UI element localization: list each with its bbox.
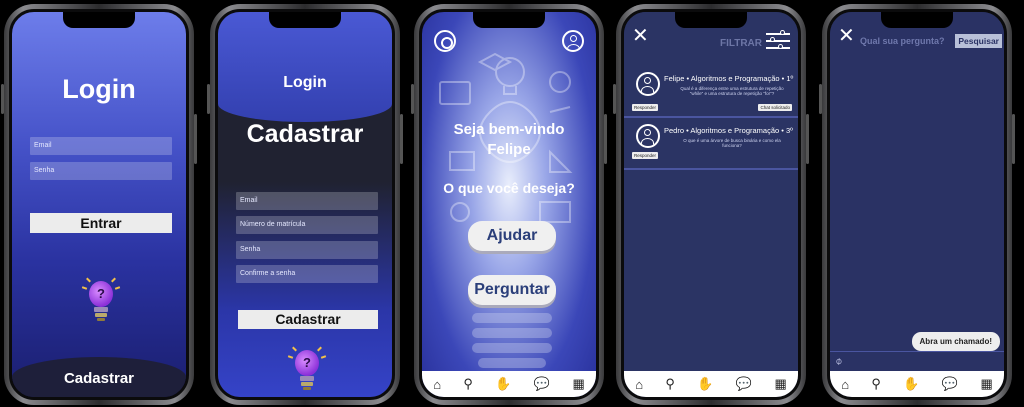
prompt-question: O que você deseja? bbox=[443, 180, 575, 196]
phone-search: ✕ Qual sua pergunta? Pesquisar Abra um c… bbox=[819, 4, 1015, 405]
password-field[interactable]: Senha bbox=[30, 162, 172, 180]
search-button[interactable]: Pesquisar bbox=[955, 34, 1002, 48]
open-ticket-button[interactable]: Abra um chamado! bbox=[911, 332, 1000, 351]
grid-icon[interactable]: ▦ bbox=[774, 376, 786, 392]
gear-icon[interactable] bbox=[434, 30, 456, 52]
bottom-nav: ⌂ ⚲ ✋ 💬 ▦ bbox=[830, 371, 1004, 397]
ask-button[interactable]: Perguntar bbox=[468, 275, 556, 305]
attachment-icon[interactable]: ⌀ bbox=[833, 355, 845, 367]
welcome-message: Seja bem-vindo Felipe bbox=[422, 120, 596, 160]
user-name: Felipe bbox=[487, 141, 531, 158]
avatar-icon bbox=[636, 72, 660, 96]
login-tab[interactable]: Login bbox=[218, 12, 392, 122]
grid-icon[interactable]: ▦ bbox=[572, 376, 584, 392]
phone-login: Login Email Senha Entrar ? Cadastrar bbox=[1, 4, 197, 405]
home-icon[interactable]: ⌂ bbox=[635, 377, 643, 392]
question-card[interactable]: Felipe • Algoritmos e Programação • 1º Q… bbox=[624, 66, 798, 118]
close-icon[interactable]: ✕ bbox=[632, 26, 649, 46]
page-title: Cadastrar bbox=[246, 120, 364, 148]
register-button[interactable]: Cadastrar bbox=[238, 310, 378, 329]
handshake-icon[interactable]: ✋ bbox=[495, 376, 511, 392]
reply-button[interactable]: Responder bbox=[632, 104, 659, 111]
status-badge: Chat solicitado bbox=[758, 104, 792, 111]
search-icon[interactable]: ⚲ bbox=[463, 376, 473, 392]
phone-notch bbox=[675, 12, 747, 28]
user-profile-icon[interactable] bbox=[562, 30, 584, 52]
password-field[interactable]: Senha bbox=[236, 241, 378, 259]
chat-icon[interactable]: 💬 bbox=[534, 376, 550, 392]
search-input[interactable]: Qual sua pergunta? bbox=[860, 36, 945, 46]
reply-button[interactable]: Responder bbox=[632, 152, 659, 159]
search-icon[interactable]: ⚲ bbox=[871, 376, 881, 392]
home-screen: Seja bem-vindo Felipe O que você deseja?… bbox=[419, 9, 599, 400]
help-button[interactable]: Ajudar bbox=[468, 221, 556, 251]
phone-register: Login Cadastrar Email Número de matrícul… bbox=[207, 4, 403, 405]
email-field[interactable]: Email bbox=[236, 192, 378, 210]
phone-notch bbox=[63, 12, 135, 28]
phone-notch bbox=[269, 12, 341, 28]
questions-screen: ✕ FILTRAR Felipe • Algoritmos e Programa… bbox=[621, 9, 801, 400]
chat-icon[interactable]: 💬 bbox=[736, 376, 752, 392]
filter-sliders-icon[interactable] bbox=[766, 30, 790, 50]
app-screens-showcase: Login Email Senha Entrar ? Cadastrar Log… bbox=[0, 0, 1024, 407]
registration-number-field[interactable]: Número de matrícula bbox=[236, 216, 378, 234]
home-icon[interactable]: ⌂ bbox=[841, 377, 849, 392]
question-meta: Pedro • Algoritmos e Programação • 3º bbox=[664, 126, 793, 135]
chat-icon[interactable]: 💬 bbox=[942, 376, 958, 392]
home-icon[interactable]: ⌂ bbox=[433, 377, 441, 392]
grid-icon[interactable]: ▦ bbox=[980, 376, 992, 392]
handshake-icon[interactable]: ✋ bbox=[697, 376, 713, 392]
bottom-nav: ⌂ ⚲ ✋ 💬 ▦ bbox=[422, 371, 596, 397]
bulb-question-mark: ? bbox=[295, 350, 319, 376]
enter-button[interactable]: Entrar bbox=[30, 213, 172, 233]
avatar-icon bbox=[636, 124, 660, 148]
phone-questions: ✕ FILTRAR Felipe • Algoritmos e Programa… bbox=[613, 4, 809, 405]
close-icon[interactable]: ✕ bbox=[838, 26, 855, 46]
lightbulb-question-icon: ? bbox=[287, 346, 327, 394]
bottom-nav: ⌂ ⚲ ✋ 💬 ▦ bbox=[624, 371, 798, 397]
search-icon[interactable]: ⚲ bbox=[665, 376, 675, 392]
phone-home: Seja bem-vindo Felipe O que você deseja?… bbox=[411, 4, 607, 405]
question-meta: Felipe • Algoritmos e Programação • 1º bbox=[664, 74, 794, 83]
login-tab-label: Login bbox=[283, 74, 327, 91]
lightbulb-question-icon: ? bbox=[81, 277, 121, 325]
question-text: O que é uma árvore de busca binária e co… bbox=[683, 138, 781, 148]
phone-notch bbox=[473, 12, 545, 28]
welcome-line: Seja bem-vindo bbox=[453, 121, 565, 138]
handshake-icon[interactable]: ✋ bbox=[903, 376, 919, 392]
search-screen: ✕ Qual sua pergunta? Pesquisar Abra um c… bbox=[827, 9, 1007, 400]
email-field[interactable]: Email bbox=[30, 137, 172, 155]
phone-notch bbox=[881, 12, 953, 28]
page-title: Login bbox=[62, 74, 136, 104]
filter-label[interactable]: FILTRAR bbox=[720, 38, 762, 49]
question-text: Qual é a diferença entre uma estrutura d… bbox=[680, 86, 784, 96]
register-screen: Login Cadastrar Email Número de matrícul… bbox=[215, 9, 395, 400]
register-tab[interactable]: Cadastrar bbox=[12, 357, 186, 397]
message-bar[interactable]: ⌀ bbox=[830, 351, 1004, 371]
confirm-password-field[interactable]: Confirme a senha bbox=[236, 265, 378, 283]
login-screen: Login Email Senha Entrar ? Cadastrar bbox=[9, 9, 189, 400]
bulb-question-mark: ? bbox=[89, 281, 113, 307]
question-card[interactable]: Pedro • Algoritmos e Programação • 3º O … bbox=[624, 118, 798, 170]
